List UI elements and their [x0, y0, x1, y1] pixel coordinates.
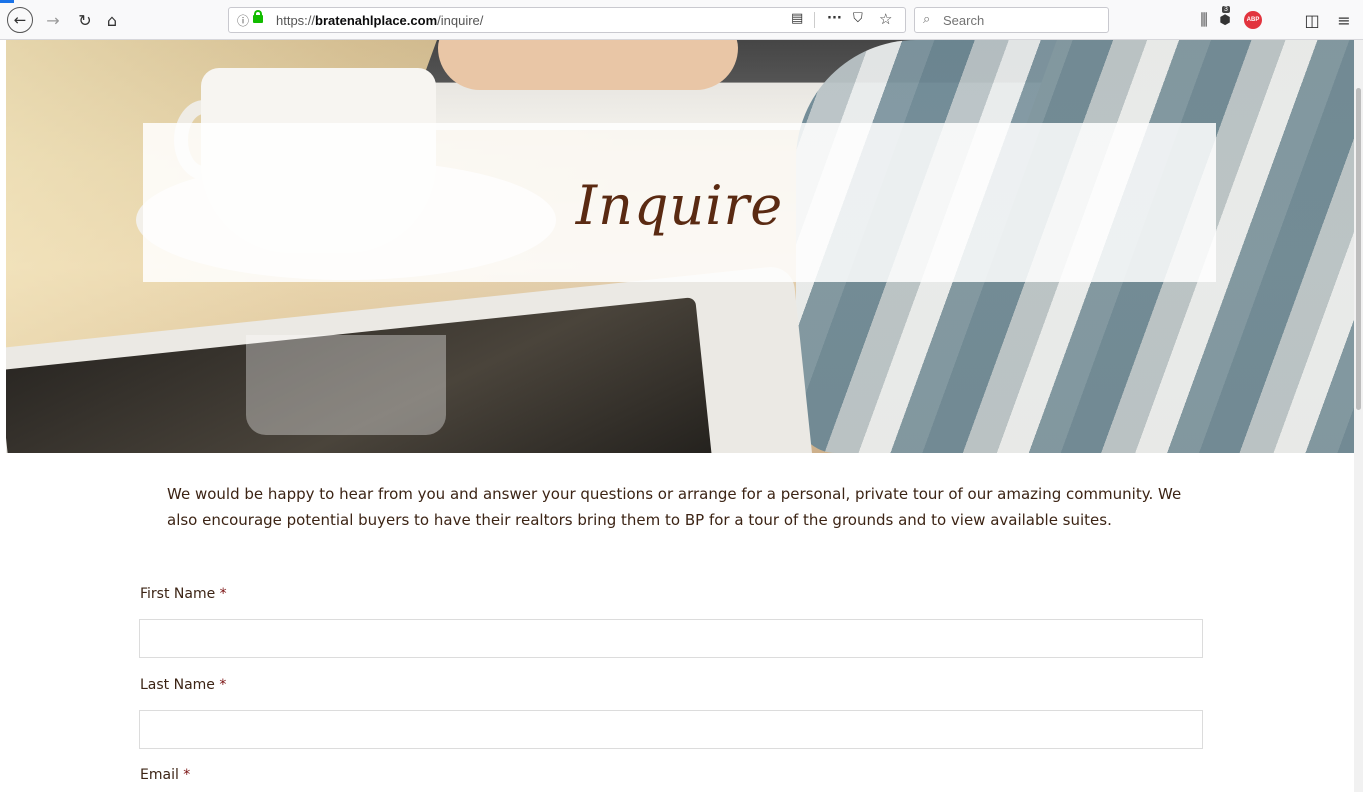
hero-glass-image [246, 335, 446, 435]
page-title-box: Inquire [143, 123, 1216, 282]
page-title: Inquire [575, 174, 784, 237]
adblock-icon[interactable]: ABP [1244, 11, 1262, 29]
pocket-icon[interactable]: ⛉ [853, 11, 863, 26]
url-separator [814, 12, 815, 28]
page-actions-icon[interactable]: ··· [827, 11, 842, 26]
tab-indicator [0, 0, 14, 3]
browser-toolbar: ← → ↻ ⌂ ⓘ https://bratenahlplace.com/inq… [0, 0, 1363, 40]
bookmark-star-icon[interactable]: ☆ [879, 10, 892, 28]
home-icon[interactable]: ⌂ [100, 8, 124, 32]
sidebar-icon[interactable]: ◫ [1300, 8, 1324, 32]
required-marker: * [219, 677, 227, 693]
url-text[interactable]: https://bratenahlplace.com/inquire/ [276, 13, 483, 28]
forward-icon[interactable]: → [41, 8, 65, 32]
site-info-icon[interactable]: ⓘ [237, 12, 249, 29]
scrollbar-thumb[interactable] [1356, 88, 1361, 410]
last-name-label: Last Name * [140, 677, 227, 693]
search-input[interactable]: Search [943, 13, 984, 28]
extension-badge: 3 [1222, 6, 1230, 13]
required-marker: * [219, 586, 227, 602]
first-name-field[interactable] [139, 619, 1203, 658]
hero-hand-image [438, 40, 738, 90]
menu-icon[interactable]: ≡ [1332, 8, 1356, 32]
hero-banner: Inquire [6, 40, 1354, 453]
page-scrollbar[interactable] [1354, 40, 1363, 792]
url-bar[interactable]: ⓘ https://bratenahlplace.com/inquire/ ▤ … [228, 7, 906, 33]
reload-icon[interactable]: ↻ [73, 8, 97, 32]
intro-paragraph: We would be happy to hear from you and a… [167, 485, 1182, 529]
email-label: Email * [140, 767, 191, 783]
back-icon[interactable]: ← [7, 7, 33, 33]
search-icon: ⌕ [923, 12, 931, 27]
last-name-field[interactable] [139, 710, 1203, 749]
search-bar[interactable]: ⌕ Search [914, 7, 1109, 33]
lock-icon[interactable] [253, 10, 263, 23]
first-name-label: First Name * [140, 586, 227, 602]
reader-view-icon[interactable]: ▤ [791, 11, 803, 26]
required-marker: * [183, 767, 191, 783]
